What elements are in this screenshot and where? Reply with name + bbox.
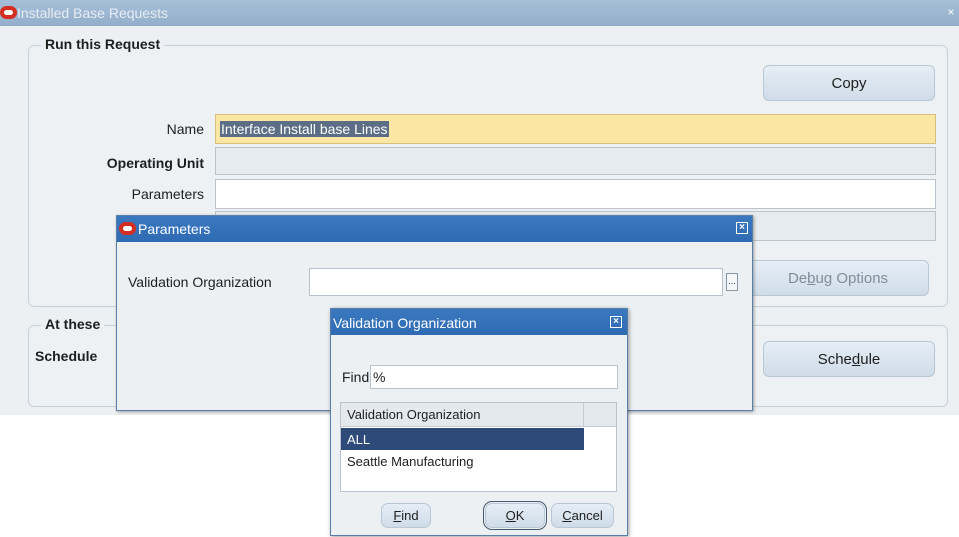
name-field[interactable]: Interface Install base Lines [215, 114, 936, 144]
schedule-button[interactable]: Sche d ule [763, 341, 935, 377]
find-label: Find [342, 369, 370, 385]
find-input[interactable]: % [370, 365, 618, 389]
lov-column-header[interactable]: Validation Organization [341, 403, 584, 427]
name-field-value: Interface Install base Lines [220, 121, 389, 137]
lov-dialog-titlebar: Validation Organization × [331, 309, 627, 335]
oracle-logo-icon [119, 222, 136, 235]
parameters-dialog-title: Parameters [138, 221, 211, 237]
operating-unit-label: Operating Unit [106, 155, 204, 171]
lov-column-header-filler [584, 403, 616, 427]
cancel-button[interactable]: Cancel [551, 503, 614, 528]
window-title: Installed Base Requests [17, 5, 168, 21]
lov-row-seattle-manufacturing[interactable]: Seattle Manufacturing [341, 450, 584, 472]
parameters-label: Parameters [131, 186, 204, 202]
schedule-section-title: At these [41, 316, 105, 332]
validation-organization-field[interactable] [309, 268, 723, 296]
operating-unit-field[interactable] [215, 147, 936, 175]
lov-row-all[interactable]: ALL [341, 428, 584, 450]
find-button[interactable]: Find [381, 503, 431, 528]
copy-button[interactable]: Copy [763, 65, 935, 101]
parameters-field[interactable] [215, 179, 936, 209]
validation-organization-lov-dialog: Validation Organization × Find % Validat… [330, 308, 628, 536]
parameters-dialog-titlebar: Parameters × [117, 216, 752, 242]
main-titlebar: Installed Base Requests × [0, 0, 959, 26]
close-icon[interactable]: × [610, 316, 622, 328]
name-label: Name [166, 121, 204, 137]
close-icon[interactable]: × [736, 222, 748, 234]
schedule-label: Schedule [35, 348, 98, 364]
debug-options-button[interactable]: De b ug Options [747, 260, 929, 296]
lov-results-list: Validation Organization ALL Seattle Manu… [340, 402, 617, 492]
oracle-logo-icon [0, 6, 17, 19]
validation-organization-label: Validation Organization [128, 274, 272, 290]
lov-dialog-title: Validation Organization [333, 315, 477, 331]
ok-button[interactable]: OK [483, 501, 547, 530]
run-request-section-title: Run this Request [41, 36, 165, 52]
close-icon[interactable]: × [944, 5, 958, 19]
lov-ellipsis-button[interactable]: ... [726, 273, 738, 291]
